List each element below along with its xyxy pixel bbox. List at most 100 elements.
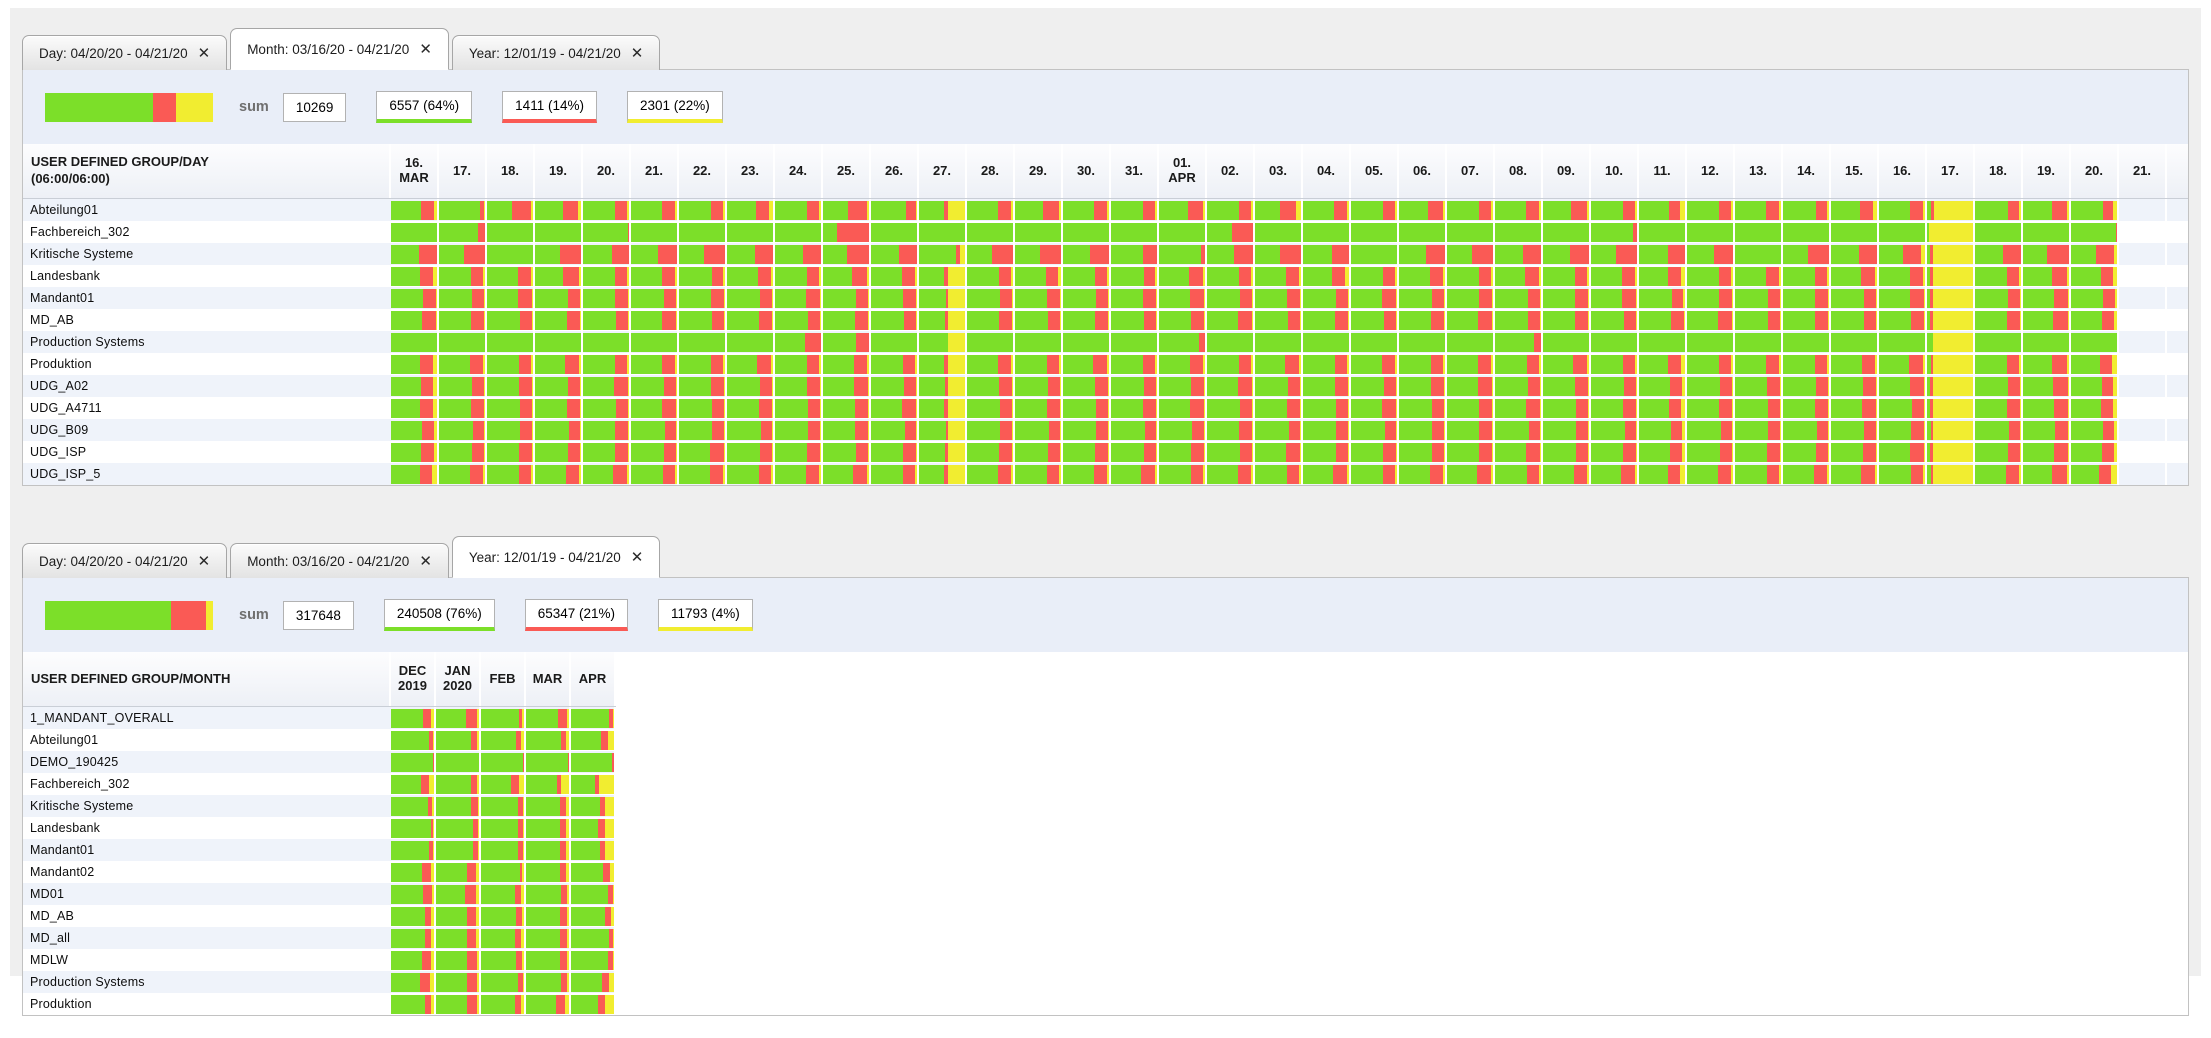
heatmap-cell[interactable]	[823, 221, 871, 243]
heatmap-cell[interactable]	[1879, 309, 1927, 331]
heatmap-cell[interactable]	[1543, 309, 1591, 331]
heatmap-cell[interactable]	[823, 353, 871, 375]
heatmap-cell[interactable]	[487, 441, 535, 463]
heatmap-cell[interactable]	[1591, 353, 1639, 375]
heatmap-cell[interactable]	[1687, 397, 1735, 419]
heatmap-cell[interactable]	[391, 905, 436, 927]
heatmap-cell[interactable]	[391, 441, 439, 463]
heatmap-cell[interactable]	[1495, 353, 1543, 375]
heatmap-cell[interactable]	[727, 375, 775, 397]
heatmap-cell[interactable]	[1543, 243, 1591, 265]
close-icon[interactable]: ✕	[631, 46, 644, 61]
heatmap-cell[interactable]	[2071, 419, 2119, 441]
heatmap-cell[interactable]	[1063, 375, 1111, 397]
heatmap-cell[interactable]	[439, 287, 487, 309]
heatmap-cell[interactable]	[583, 397, 631, 419]
heatmap-cell[interactable]	[1255, 309, 1303, 331]
heatmap-cell[interactable]	[1735, 287, 1783, 309]
heatmap-cell[interactable]	[1735, 463, 1783, 485]
heatmap-cell[interactable]	[871, 265, 919, 287]
heatmap-cell[interactable]	[481, 729, 526, 751]
heatmap-cell[interactable]	[1927, 441, 1975, 463]
heatmap-cell[interactable]	[571, 839, 616, 861]
heatmap-cell[interactable]	[2023, 221, 2071, 243]
heatmap-cell[interactable]	[1495, 243, 1543, 265]
heatmap-cell[interactable]	[1495, 463, 1543, 485]
heatmap-cell[interactable]	[1015, 221, 1063, 243]
heatmap-cell[interactable]	[919, 199, 967, 221]
heatmap-cell[interactable]	[439, 419, 487, 441]
heatmap-cell[interactable]	[1543, 199, 1591, 221]
heatmap-cell[interactable]	[391, 265, 439, 287]
heatmap-cell[interactable]	[571, 795, 616, 817]
heatmap-cell[interactable]	[1303, 463, 1351, 485]
heatmap-cell[interactable]	[1207, 265, 1255, 287]
heatmap-cell[interactable]	[1159, 287, 1207, 309]
heatmap-cell[interactable]	[919, 353, 967, 375]
heatmap-cell[interactable]	[775, 353, 823, 375]
heatmap-cell[interactable]	[919, 441, 967, 463]
heatmap-cell[interactable]	[391, 331, 439, 353]
heatmap-cell[interactable]	[1063, 353, 1111, 375]
heatmap-cell[interactable]	[1975, 243, 2023, 265]
heatmap-cell[interactable]	[1495, 287, 1543, 309]
heatmap-cell[interactable]	[1543, 441, 1591, 463]
heatmap-cell[interactable]	[1495, 441, 1543, 463]
heatmap-cell[interactable]	[1975, 309, 2023, 331]
heatmap-cell[interactable]	[2071, 441, 2119, 463]
heatmap-cell[interactable]	[823, 243, 871, 265]
heatmap-cell[interactable]	[1351, 419, 1399, 441]
heatmap-cell[interactable]	[1351, 463, 1399, 485]
heatmap-cell[interactable]	[481, 971, 526, 993]
heatmap-cell[interactable]	[967, 199, 1015, 221]
heatmap-cell[interactable]	[535, 331, 583, 353]
heatmap-cell[interactable]	[2071, 331, 2119, 353]
heatmap-cell[interactable]	[1447, 375, 1495, 397]
heatmap-cell[interactable]	[1159, 221, 1207, 243]
heatmap-cell[interactable]	[1063, 221, 1111, 243]
heatmap-cell[interactable]	[631, 463, 679, 485]
heatmap-cell[interactable]	[583, 199, 631, 221]
heatmap-cell[interactable]	[1495, 375, 1543, 397]
heatmap-cell[interactable]	[1351, 243, 1399, 265]
heatmap-cell[interactable]	[1975, 375, 2023, 397]
heatmap-cell[interactable]	[1303, 287, 1351, 309]
heatmap-cell[interactable]	[1735, 243, 1783, 265]
heatmap-cell[interactable]	[1543, 375, 1591, 397]
heatmap-cell[interactable]	[481, 817, 526, 839]
heatmap-cell[interactable]	[727, 243, 775, 265]
heatmap-cell[interactable]	[1543, 419, 1591, 441]
heatmap-cell[interactable]	[775, 199, 823, 221]
heatmap-cell[interactable]	[1303, 375, 1351, 397]
heatmap-cell[interactable]	[631, 287, 679, 309]
heatmap-cell[interactable]	[439, 331, 487, 353]
heatmap-cell[interactable]	[1879, 397, 1927, 419]
heatmap-cell[interactable]	[481, 993, 526, 1015]
heatmap-cell[interactable]	[1927, 221, 1975, 243]
heatmap-cell[interactable]	[967, 463, 1015, 485]
heatmap-cell[interactable]	[1159, 441, 1207, 463]
heatmap-cell[interactable]	[871, 309, 919, 331]
heatmap-cell[interactable]	[1159, 463, 1207, 485]
heatmap-cell[interactable]	[1063, 397, 1111, 419]
heatmap-cell[interactable]	[2023, 419, 2071, 441]
heatmap-cell[interactable]	[1015, 441, 1063, 463]
heatmap-cell[interactable]	[1063, 419, 1111, 441]
heatmap-cell[interactable]	[2023, 265, 2071, 287]
tab-year[interactable]: Year: 12/01/19 - 04/21/20 ✕	[452, 536, 660, 578]
heatmap-cell[interactable]	[436, 905, 481, 927]
heatmap-cell[interactable]	[1207, 243, 1255, 265]
tab-day[interactable]: Day: 04/20/20 - 04/21/20 ✕	[22, 35, 227, 70]
heatmap-cell[interactable]	[631, 221, 679, 243]
heatmap-cell[interactable]	[1351, 287, 1399, 309]
heatmap-cell[interactable]	[535, 287, 583, 309]
heatmap-cell[interactable]	[1879, 419, 1927, 441]
heatmap-cell[interactable]	[1879, 199, 1927, 221]
heatmap-cell[interactable]	[679, 419, 727, 441]
heatmap-cell[interactable]	[1351, 309, 1399, 331]
heatmap-cell[interactable]	[871, 441, 919, 463]
heatmap-cell[interactable]	[1735, 353, 1783, 375]
heatmap-cell[interactable]	[439, 397, 487, 419]
heatmap-cell[interactable]	[2071, 265, 2119, 287]
heatmap-cell[interactable]	[1495, 397, 1543, 419]
